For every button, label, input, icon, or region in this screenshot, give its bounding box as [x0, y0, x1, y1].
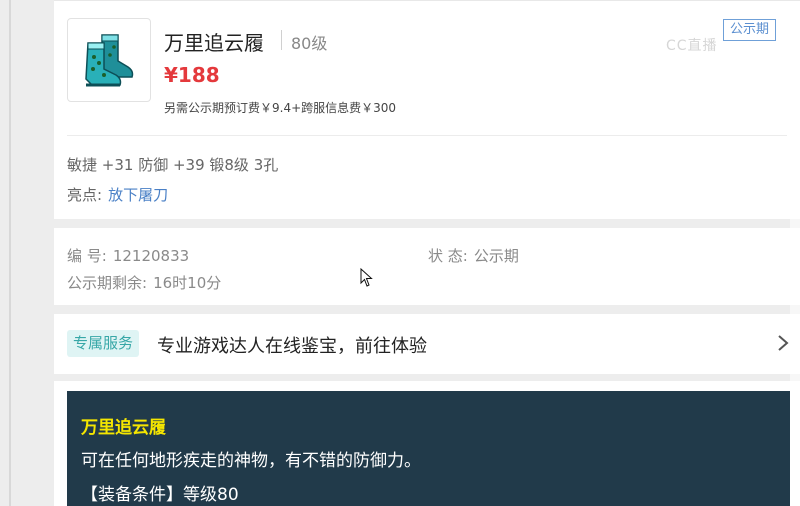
serial-row: 编 号: 12120833: [67, 245, 189, 266]
level-divider: [281, 30, 282, 50]
serial-label: 编 号:: [67, 247, 107, 265]
status-label: 状 态:: [428, 247, 468, 265]
remaining-row: 公示期剩余: 16时10分: [67, 272, 221, 293]
serial-value: 12120833: [112, 247, 190, 265]
highlight-label: 亮点:: [67, 186, 103, 204]
description-box: 万里追云履 可在任何地形疾走的神物，有不错的防御力。 【装备条件】等级80: [67, 391, 790, 506]
item-summary-card: 万里追云履 80级 ¥188 另需公示期预订费￥9.4+跨服信息费￥300 公示…: [54, 0, 800, 219]
chevron-right-icon[interactable]: [774, 332, 792, 354]
mouse-cursor-icon: [360, 268, 373, 287]
item-highlight: 亮点: 放下屠刀: [67, 184, 168, 205]
service-card[interactable]: 专属服务 专业游戏达人在线鉴宝，前往体验: [54, 314, 800, 374]
gutter-edge: [9, 0, 11, 506]
status-value: 公示期: [473, 247, 519, 265]
watermark: CC直播: [666, 38, 718, 54]
boots-icon: [85, 34, 134, 87]
description-title: 万里追云履: [81, 418, 166, 438]
service-text[interactable]: 专业游戏达人在线鉴宝，前往体验: [157, 332, 427, 358]
equip-requirement: 【装备条件】等级80: [81, 485, 239, 505]
item-thumbnail[interactable]: [67, 18, 151, 102]
highlight-value[interactable]: 放下屠刀: [108, 186, 168, 204]
item-level: 80级: [291, 34, 328, 53]
section-divider: [67, 135, 787, 136]
remaining-label: 公示期剩余:: [67, 274, 148, 292]
description-text: 可在任何地形疾走的神物，有不错的防御力。: [81, 451, 421, 471]
service-badge: 专属服务: [67, 330, 140, 357]
left-gutter: [0, 0, 54, 506]
item-price: ¥188: [164, 63, 220, 87]
item-info-card: 编 号: 12120833 状 态: 公示期 公示期剩余: 16时10分: [54, 228, 800, 305]
item-attributes: 敏捷 +31 防御 +39 锻8级 3孔: [67, 156, 279, 174]
fee-note: 另需公示期预订费￥9.4+跨服信息费￥300: [164, 101, 397, 115]
item-description-card: 万里追云履 可在任何地形疾走的神物，有不错的防御力。 【装备条件】等级80: [54, 381, 800, 506]
status-tag: 公示期: [723, 19, 777, 41]
status-row: 状 态: 公示期: [428, 245, 519, 266]
remaining-value: 16时10分: [153, 274, 222, 292]
item-name: 万里追云履: [164, 31, 264, 55]
